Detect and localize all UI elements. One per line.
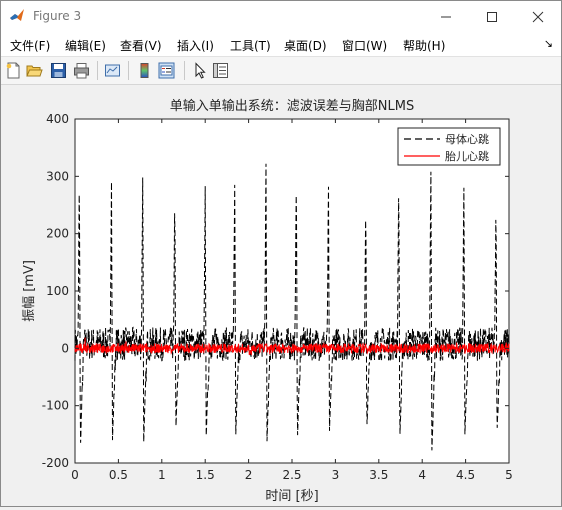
x-axis-label: 时间 [秒] xyxy=(265,489,318,504)
y-tick-label: -100 xyxy=(42,399,69,413)
window-title: Figure 3 xyxy=(33,9,82,23)
menu-bar: 文件(F) 编辑(E) 查看(V) 插入(I) 工具(T) 桌面(D) 窗口(W… xyxy=(1,32,561,57)
menu-file[interactable]: 文件(F) xyxy=(10,37,50,54)
toolbar-separator xyxy=(97,61,98,80)
y-tick-label: -200 xyxy=(42,456,69,470)
edit-plot-arrow-icon[interactable] xyxy=(191,62,208,79)
legend-label-fetal: 胎儿心跳 xyxy=(445,149,489,163)
colorbar-icon[interactable] xyxy=(136,62,153,79)
open-file-icon[interactable] xyxy=(26,62,43,79)
menu-insert[interactable]: 插入(I) xyxy=(177,37,214,54)
x-tick-label: 3 xyxy=(332,468,340,482)
x-tick-label: 2 xyxy=(245,468,253,482)
link-plot-icon[interactable] xyxy=(104,62,121,79)
menu-help[interactable]: 帮助(H) xyxy=(403,37,445,54)
menu-desktop[interactable]: 桌面(D) xyxy=(284,37,327,54)
menu-tools[interactable]: 工具(T) xyxy=(230,37,271,54)
minimize-icon xyxy=(441,16,451,17)
toolbar-separator xyxy=(128,61,129,80)
maximize-button[interactable] xyxy=(469,1,515,32)
close-button[interactable] xyxy=(515,1,561,32)
toolbar-separator xyxy=(184,61,185,80)
x-tick-label: 1.5 xyxy=(196,468,215,482)
x-tick-label: 4 xyxy=(418,468,426,482)
close-icon xyxy=(532,11,544,22)
menu-edit[interactable]: 编辑(E) xyxy=(65,37,106,54)
x-tick-label: 4.5 xyxy=(456,468,475,482)
save-icon[interactable] xyxy=(50,62,67,79)
matlab-logo-icon xyxy=(10,9,24,21)
menu-overflow-arrow-icon[interactable]: ↘ xyxy=(544,37,553,50)
legend[interactable]: 母体心跳 胎儿心跳 xyxy=(397,127,501,166)
chart-title: 单输入单输出系统：滤波误差与胸部NLMS xyxy=(170,98,414,114)
x-tick-label: 1 xyxy=(158,468,166,482)
figure-window: Figure 3 文件(F) 编辑(E) 查看(V) 插入(I) 工具(T) 桌… xyxy=(0,0,562,507)
print-icon[interactable] xyxy=(73,62,90,79)
x-tick-label: 3.5 xyxy=(369,468,388,482)
minimize-button[interactable] xyxy=(423,1,469,32)
y-tick-label: 300 xyxy=(46,169,69,183)
y-tick-label: 0 xyxy=(61,341,69,355)
property-inspector-icon[interactable] xyxy=(212,62,229,79)
y-axis-label: 振幅 [mV] xyxy=(22,260,37,322)
toolbar xyxy=(1,57,561,85)
axes-box xyxy=(74,118,510,464)
x-tick-label: 2.5 xyxy=(282,468,301,482)
x-tick-label: 0.5 xyxy=(109,468,128,482)
y-tick-label: 100 xyxy=(46,284,69,298)
plot-area: 0 0.5 1 1.5 2 2.5 3 3.5 4 4.5 5 -200 -100 0 100 200 300 4… xyxy=(1,85,561,506)
maximize-icon xyxy=(487,11,497,22)
x-tick-label: 5 xyxy=(505,468,513,482)
y-tick-label: 200 xyxy=(46,227,69,241)
menu-window[interactable]: 窗口(W) xyxy=(342,37,387,54)
legend-icon[interactable] xyxy=(158,62,175,79)
y-tick-label: 400 xyxy=(46,112,69,126)
title-bar: Figure 3 xyxy=(1,1,561,32)
chart-canvas[interactable]: 0 0.5 1 1.5 2 2.5 3 3.5 4 4.5 5 -200 -100 0 100 200 300 4… xyxy=(1,85,561,506)
legend-label-maternal: 母体心跳 xyxy=(445,132,489,146)
x-tick-label: 0 xyxy=(71,468,79,482)
menu-view[interactable]: 查看(V) xyxy=(120,37,162,54)
new-figure-icon[interactable] xyxy=(5,62,22,79)
